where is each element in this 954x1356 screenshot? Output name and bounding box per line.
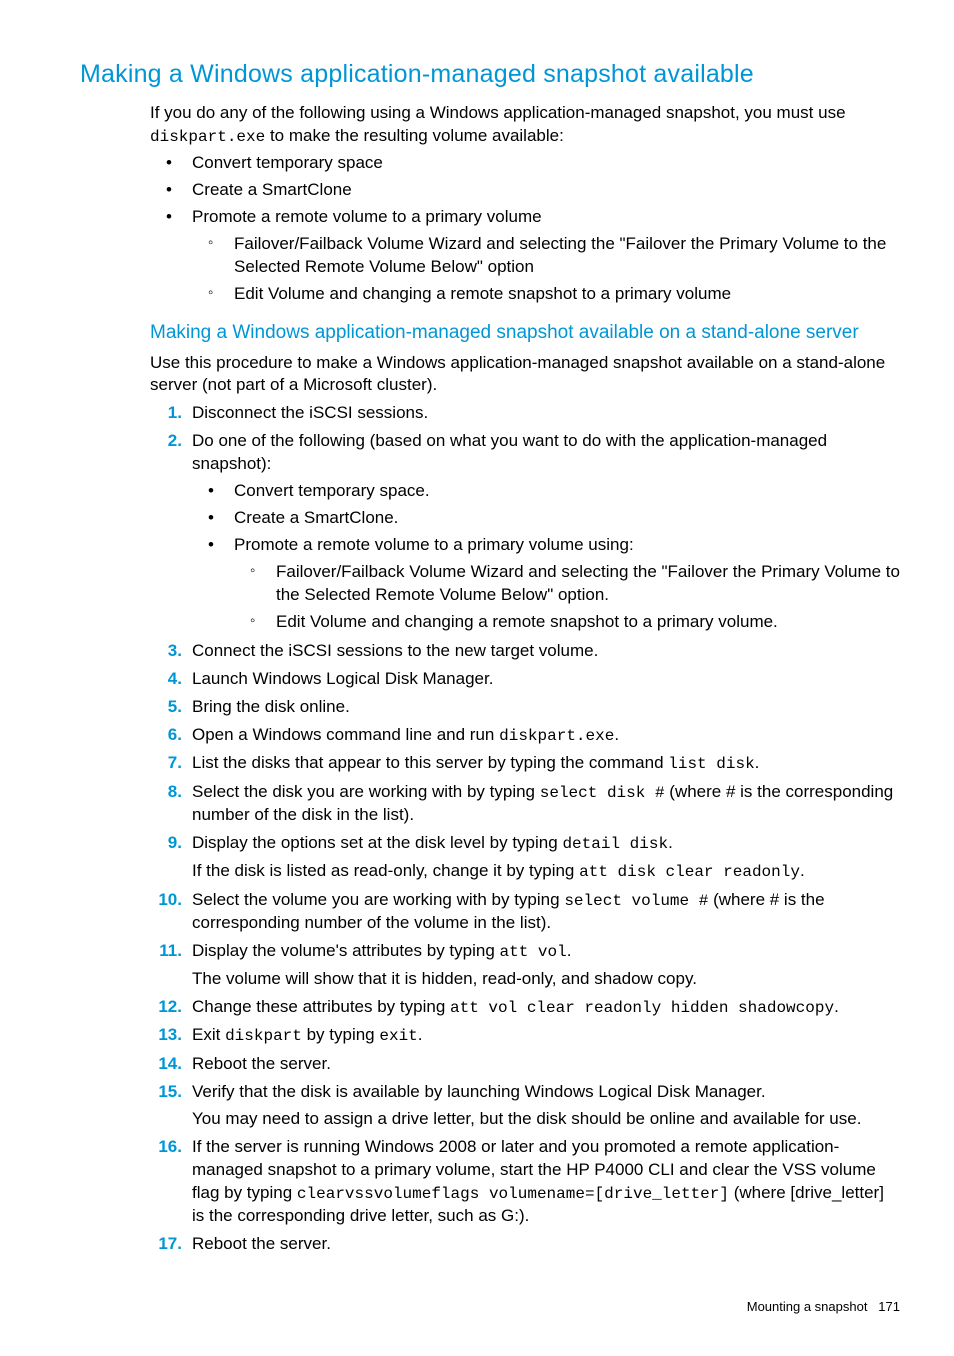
step-sub-sub: Failover/Failback Volume Wizard and sele… bbox=[234, 561, 900, 634]
step-code: detail disk bbox=[562, 835, 668, 853]
step-item: If the server is running Windows 2008 or… bbox=[150, 1136, 900, 1228]
top-bullet-list: Convert temporary space Create a SmartCl… bbox=[150, 152, 900, 306]
list-item: Convert temporary space. bbox=[192, 480, 900, 503]
step-text: Select the volume you are working with b… bbox=[192, 890, 564, 909]
step-item: Display the volume's attributes by typin… bbox=[150, 940, 900, 991]
intro-paragraph: If you do any of the following using a W… bbox=[150, 102, 900, 149]
step-text: Change these attributes by typing bbox=[192, 997, 450, 1016]
step-item: Change these attributes by typing att vo… bbox=[150, 996, 900, 1020]
list-item: Convert temporary space bbox=[150, 152, 900, 175]
step-item: Reboot the server. bbox=[150, 1053, 900, 1076]
list-item-label: Promote a remote volume to a primary vol… bbox=[234, 535, 634, 554]
step-item: Select the volume you are working with b… bbox=[150, 889, 900, 936]
section-subtitle: Making a Windows application-managed sna… bbox=[150, 320, 900, 346]
step-code: att vol bbox=[500, 943, 567, 961]
step-text-after: . bbox=[668, 833, 673, 852]
step-code: exit bbox=[379, 1027, 417, 1045]
step-text-after: . bbox=[755, 753, 760, 772]
step-item: Verify that the disk is available by lau… bbox=[150, 1081, 900, 1131]
step-code: att disk clear readonly bbox=[579, 863, 800, 881]
step-item: Open a Windows command line and run disk… bbox=[150, 724, 900, 748]
step-text-mid: by typing bbox=[302, 1025, 380, 1044]
list-item: Create a SmartClone bbox=[150, 179, 900, 202]
step-text: Exit bbox=[192, 1025, 225, 1044]
intro-code: diskpart.exe bbox=[150, 128, 265, 146]
list-item-label: Promote a remote volume to a primary vol… bbox=[192, 207, 542, 226]
steps-list: Disconnect the iSCSI sessions. Do one of… bbox=[150, 402, 900, 1256]
step-sub-bullets: Convert temporary space. Create a SmartC… bbox=[192, 480, 900, 634]
step-text: Display the volume's attributes by typin… bbox=[192, 941, 500, 960]
list-item: Create a SmartClone. bbox=[192, 507, 900, 530]
step-extra: If the disk is listed as read-only, chan… bbox=[192, 860, 900, 884]
step-code: clearvssvolumeflags volumename=[drive_le… bbox=[297, 1185, 729, 1203]
step-text-after: . bbox=[834, 997, 839, 1016]
step-item: Display the options set at the disk leve… bbox=[150, 832, 900, 883]
content-block: If you do any of the following using a W… bbox=[150, 102, 900, 1256]
step-text: Do one of the following (based on what y… bbox=[192, 431, 827, 473]
step-code: select volume # bbox=[564, 892, 708, 910]
step-text: Select the disk you are working with by … bbox=[192, 782, 540, 801]
step-text: Verify that the disk is available by lau… bbox=[192, 1082, 766, 1101]
page-title: Making a Windows application-managed sna… bbox=[80, 58, 900, 92]
sub-list: Failover/Failback Volume Wizard and sele… bbox=[192, 233, 900, 306]
step-code: diskpart.exe bbox=[499, 727, 614, 745]
step-item: Disconnect the iSCSI sessions. bbox=[150, 402, 900, 425]
step-item: Exit diskpart by typing exit. bbox=[150, 1024, 900, 1048]
intro-text-before: If you do any of the following using a W… bbox=[150, 103, 846, 122]
step-item: Connect the iSCSI sessions to the new ta… bbox=[150, 640, 900, 663]
step-code: att vol clear readonly hidden shadowcopy bbox=[450, 999, 834, 1017]
page-footer: Mounting a snapshot 171 bbox=[80, 1298, 900, 1316]
step-extra: You may need to assign a drive letter, b… bbox=[192, 1108, 900, 1131]
step-code: list disk bbox=[668, 755, 754, 773]
list-item: Edit Volume and changing a remote snapsh… bbox=[234, 611, 900, 634]
list-item: Failover/Failback Volume Wizard and sele… bbox=[234, 561, 900, 607]
list-item: Failover/Failback Volume Wizard and sele… bbox=[192, 233, 900, 279]
step-text: Display the options set at the disk leve… bbox=[192, 833, 562, 852]
step-item: Bring the disk online. bbox=[150, 696, 900, 719]
footer-page-number: 171 bbox=[878, 1299, 900, 1314]
step-item: Select the disk you are working with by … bbox=[150, 781, 900, 828]
step-text-after: . bbox=[567, 941, 572, 960]
step-text: If the disk is listed as read-only, chan… bbox=[192, 861, 579, 880]
step-code: select disk # bbox=[540, 784, 665, 802]
step-item: Reboot the server. bbox=[150, 1233, 900, 1256]
step-item: Do one of the following (based on what y… bbox=[150, 430, 900, 634]
list-item: Edit Volume and changing a remote snapsh… bbox=[192, 283, 900, 306]
footer-section: Mounting a snapshot bbox=[747, 1299, 868, 1314]
intro-text-after: to make the resulting volume available: bbox=[265, 126, 564, 145]
step-text: List the disks that appear to this serve… bbox=[192, 753, 668, 772]
list-item: Promote a remote volume to a primary vol… bbox=[150, 206, 900, 306]
step-text-after: . bbox=[614, 725, 619, 744]
step-text-after: . bbox=[800, 861, 805, 880]
step-extra: The volume will show that it is hidden, … bbox=[192, 968, 900, 991]
step-code: diskpart bbox=[225, 1027, 302, 1045]
step-text: Open a Windows command line and run bbox=[192, 725, 499, 744]
step-item: List the disks that appear to this serve… bbox=[150, 752, 900, 776]
section-intro: Use this procedure to make a Windows app… bbox=[150, 352, 900, 398]
list-item: Promote a remote volume to a primary vol… bbox=[192, 534, 900, 634]
step-text-after: . bbox=[418, 1025, 423, 1044]
step-item: Launch Windows Logical Disk Manager. bbox=[150, 668, 900, 691]
